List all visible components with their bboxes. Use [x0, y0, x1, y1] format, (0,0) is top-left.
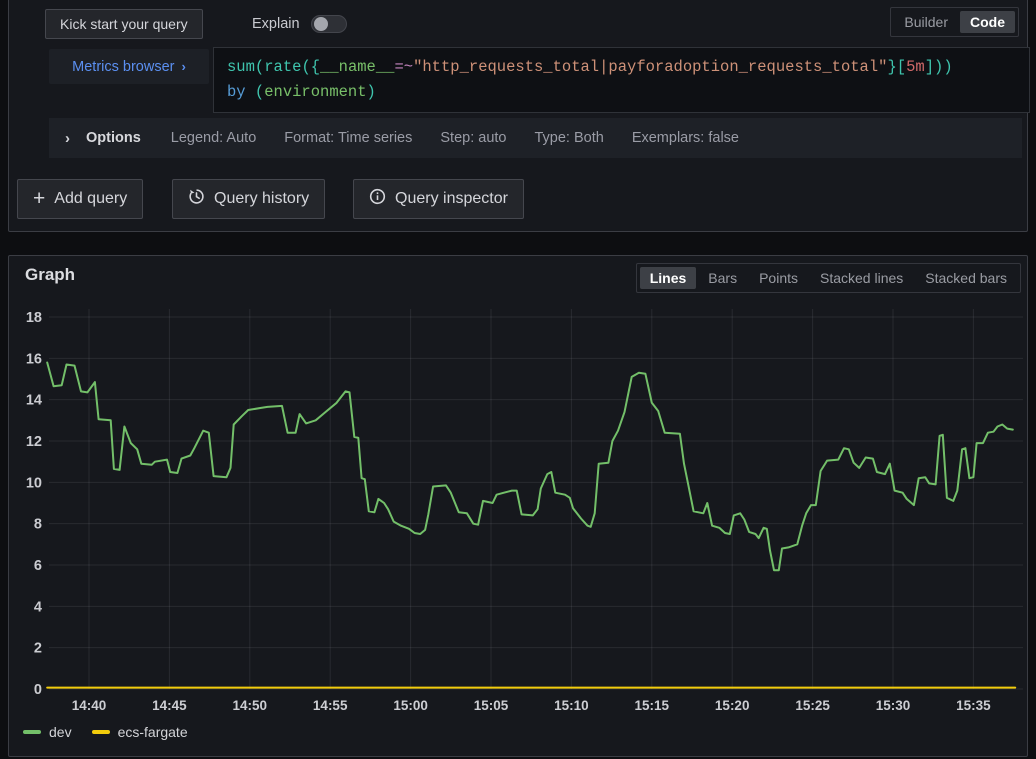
- style-stacked-bars[interactable]: Stacked bars: [915, 267, 1017, 289]
- query-token: __name__: [320, 58, 394, 76]
- x-axis-tick-label: 14:45: [152, 698, 187, 713]
- series-line-dev: [47, 363, 1013, 571]
- explain-label: Explain: [252, 16, 300, 32]
- query-token: ): [367, 83, 376, 101]
- chevron-expand-icon: ›: [65, 130, 70, 147]
- info-icon: [369, 188, 386, 210]
- query-expression-line1: sum(rate({__name__=~"http_requests_total…: [227, 55, 1016, 80]
- query-token: (: [255, 83, 264, 101]
- metrics-browser-button[interactable]: Metrics browser ›: [49, 49, 209, 84]
- query-token: ({: [301, 58, 320, 76]
- x-axis-tick-label: 15:10: [554, 698, 589, 713]
- style-points[interactable]: Points: [749, 267, 808, 289]
- query-token: rate: [264, 58, 301, 76]
- query-history-label: Query history: [214, 190, 309, 208]
- metrics-browser-label: Metrics browser: [72, 59, 174, 75]
- mode-builder[interactable]: Builder: [894, 11, 958, 33]
- query-editor-panel: Kick start your query Explain Builder Co…: [8, 0, 1028, 232]
- query-token: =~: [394, 58, 413, 76]
- x-axis-tick-label: 15:15: [635, 698, 670, 713]
- history-icon: [188, 188, 205, 210]
- series-name: dev: [49, 724, 72, 740]
- query-token: sum: [227, 58, 255, 76]
- query-token: [: [897, 58, 906, 76]
- x-axis-tick-label: 15:25: [795, 698, 830, 713]
- query-inspector-button[interactable]: Query inspector: [353, 179, 524, 219]
- y-axis-tick-label: 14: [26, 393, 42, 409]
- query-token: )): [934, 58, 953, 76]
- query-inspector-label: Query inspector: [395, 190, 508, 208]
- option-setting: Format: Time series: [284, 130, 412, 146]
- toggle-knob: [314, 17, 328, 31]
- query-token: }: [887, 58, 896, 76]
- y-axis-tick-label: 16: [26, 351, 42, 367]
- option-setting: Exemplars: false: [632, 130, 739, 146]
- query-token: 5m: [906, 58, 925, 76]
- mode-code[interactable]: Code: [960, 11, 1015, 33]
- query-token: "http_requests_total|payforadoption_requ…: [413, 58, 887, 76]
- kick-start-query-button[interactable]: Kick start your query: [45, 9, 203, 39]
- explain-toggle[interactable]: [311, 15, 347, 33]
- legend-item-dev[interactable]: dev: [23, 724, 72, 740]
- option-setting: Type: Both: [534, 130, 603, 146]
- query-expression-line2: by (environment): [227, 80, 1016, 105]
- legend-item-ecs-fargate[interactable]: ecs-fargate: [92, 724, 188, 740]
- y-axis-tick-label: 4: [34, 599, 42, 615]
- x-axis-tick-label: 14:55: [313, 698, 348, 713]
- options-label: Options: [86, 130, 141, 146]
- y-axis-tick-label: 12: [26, 434, 42, 450]
- options-settings: Legend: Auto Format: Time series Step: aut…: [171, 129, 767, 147]
- x-axis-tick-label: 15:35: [956, 698, 991, 713]
- style-stacked-lines[interactable]: Stacked lines: [810, 267, 913, 289]
- query-code-editor[interactable]: sum(rate({__name__=~"http_requests_total…: [213, 47, 1030, 113]
- panel-title: Graph: [25, 265, 75, 285]
- option-setting: Step: auto: [440, 130, 506, 146]
- query-history-button[interactable]: Query history: [172, 179, 325, 219]
- style-bars[interactable]: Bars: [698, 267, 747, 289]
- y-axis-tick-label: 18: [26, 310, 42, 326]
- x-axis-tick-label: 14:50: [233, 698, 268, 713]
- series-color-dash: [23, 730, 41, 735]
- query-options-row[interactable]: › Options Legend: Auto Format: Time serie…: [49, 118, 1022, 158]
- y-axis-tick-label: 0: [34, 682, 42, 698]
- y-axis-tick-label: 6: [34, 558, 42, 574]
- query-token: ]: [925, 58, 934, 76]
- x-axis-tick-label: 15:00: [393, 698, 428, 713]
- editor-mode-switch: Builder Code: [890, 7, 1019, 37]
- chart-legend: dev ecs-fargate: [23, 724, 188, 740]
- add-query-button[interactable]: + Add query: [17, 179, 143, 219]
- y-axis-tick-label: 2: [34, 641, 42, 657]
- graph-style-switch: Lines Bars Points Stacked lines Stacked …: [636, 263, 1021, 293]
- y-axis-tick-label: 8: [34, 517, 42, 533]
- graph-panel: Graph Lines Bars Points Stacked lines St…: [8, 255, 1028, 757]
- plus-icon: +: [33, 188, 45, 209]
- x-axis-tick-label: 14:40: [72, 698, 107, 713]
- time-series-chart[interactable]: 0 2 4 6 8 10 12 14 16 18 14:40 14:45 14:50 14:55 15:00…: [9, 301, 1029, 721]
- add-query-label: Add query: [54, 190, 127, 208]
- series-color-dash: [92, 730, 110, 735]
- query-token: (: [255, 58, 264, 76]
- x-axis-tick-label: 15:20: [715, 698, 750, 713]
- chevron-right-icon: ›: [181, 59, 185, 74]
- query-token: by: [227, 83, 255, 101]
- style-lines[interactable]: Lines: [640, 267, 697, 289]
- option-setting: Legend: Auto: [171, 130, 256, 146]
- series-name: ecs-fargate: [118, 724, 188, 740]
- x-axis-tick-label: 15:30: [876, 698, 911, 713]
- x-axis-tick-label: 15:05: [474, 698, 509, 713]
- query-token: environment: [264, 83, 366, 101]
- y-axis-tick-label: 10: [26, 475, 42, 491]
